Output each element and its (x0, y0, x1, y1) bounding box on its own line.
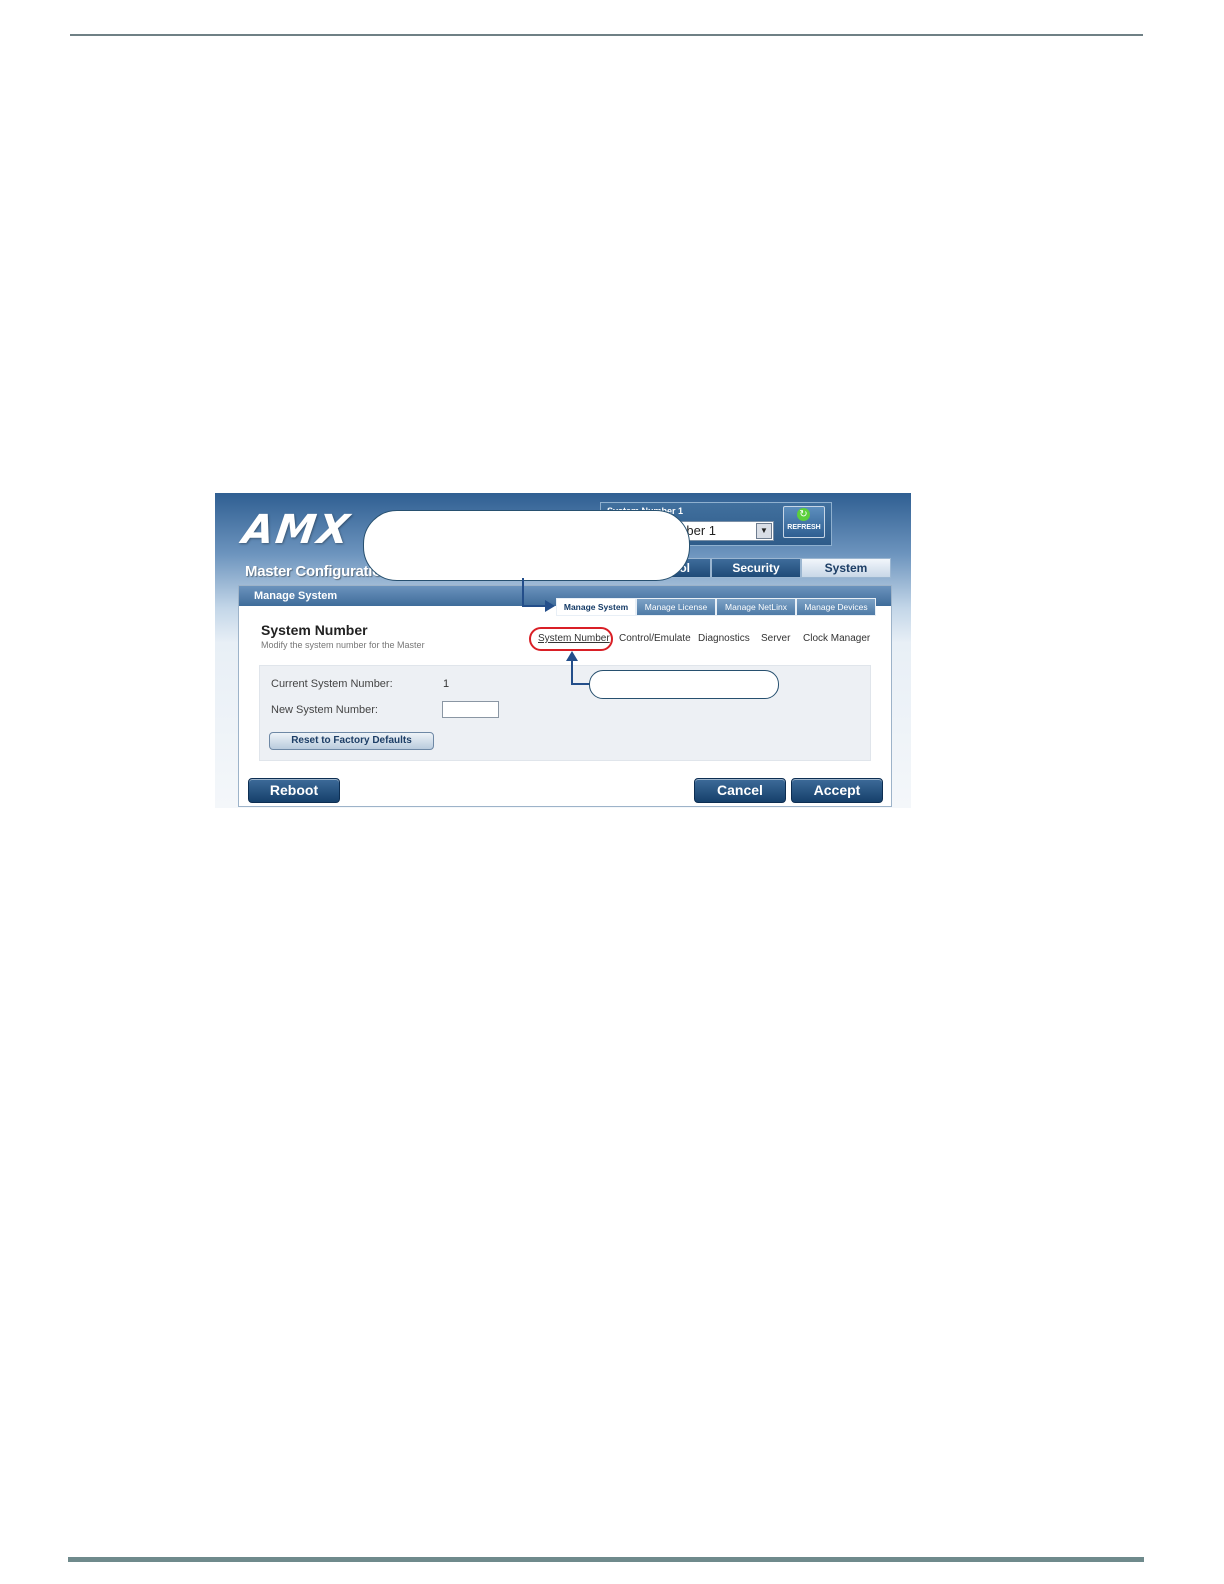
refresh-button[interactable]: ↻ REFRESH (783, 506, 825, 538)
tab-security[interactable]: Security (711, 558, 801, 578)
refresh-icon: ↻ (797, 508, 810, 521)
subtab-manage-system[interactable]: Manage System (556, 598, 636, 616)
dropdown-arrow-icon[interactable]: ▼ (756, 523, 772, 539)
panel-header-label: Manage System (254, 590, 338, 602)
subnav-diagnostics[interactable]: Diagnostics (698, 633, 750, 644)
amx-logo: AMX (239, 507, 354, 553)
section-title: System Number (261, 622, 368, 638)
page-top-rule (70, 34, 1143, 36)
new-system-number-label: New System Number: (271, 704, 378, 716)
reset-factory-defaults-button[interactable]: Reset to Factory Defaults (269, 732, 434, 750)
arrow-right-icon (545, 600, 555, 612)
current-system-number-label: Current System Number: (271, 678, 393, 690)
reboot-button[interactable]: Reboot (248, 778, 340, 803)
leader-line-bottom-horizontal (571, 683, 590, 685)
subtab-manage-netlinx[interactable]: Manage NetLinx (716, 598, 796, 616)
new-system-number-input[interactable] (442, 701, 499, 718)
section-subtitle: Modify the system number for the Master (261, 640, 425, 650)
leader-line-bottom-vertical (571, 660, 573, 684)
page-bottom-rule (68, 1557, 1144, 1562)
refresh-label: REFRESH (787, 524, 821, 531)
system-number-highlight-ring (529, 627, 613, 651)
subtab-manage-devices[interactable]: Manage Devices (796, 598, 876, 616)
callout-bubble-bottom (589, 670, 779, 699)
accept-button[interactable]: Accept (791, 778, 883, 803)
callout-bubble-top (363, 510, 690, 581)
subnav-control-emulate[interactable]: Control/Emulate (619, 633, 691, 644)
current-system-number-value: 1 (443, 678, 450, 690)
cancel-button[interactable]: Cancel (694, 778, 786, 803)
subtab-manage-license[interactable]: Manage License (636, 598, 716, 616)
subnav-server[interactable]: Server (761, 633, 790, 644)
leader-line-top-vertical (522, 578, 524, 607)
tab-system[interactable]: System (801, 558, 891, 578)
leader-line-top-horizontal (522, 605, 546, 607)
subnav-clock-manager[interactable]: Clock Manager (803, 633, 870, 644)
